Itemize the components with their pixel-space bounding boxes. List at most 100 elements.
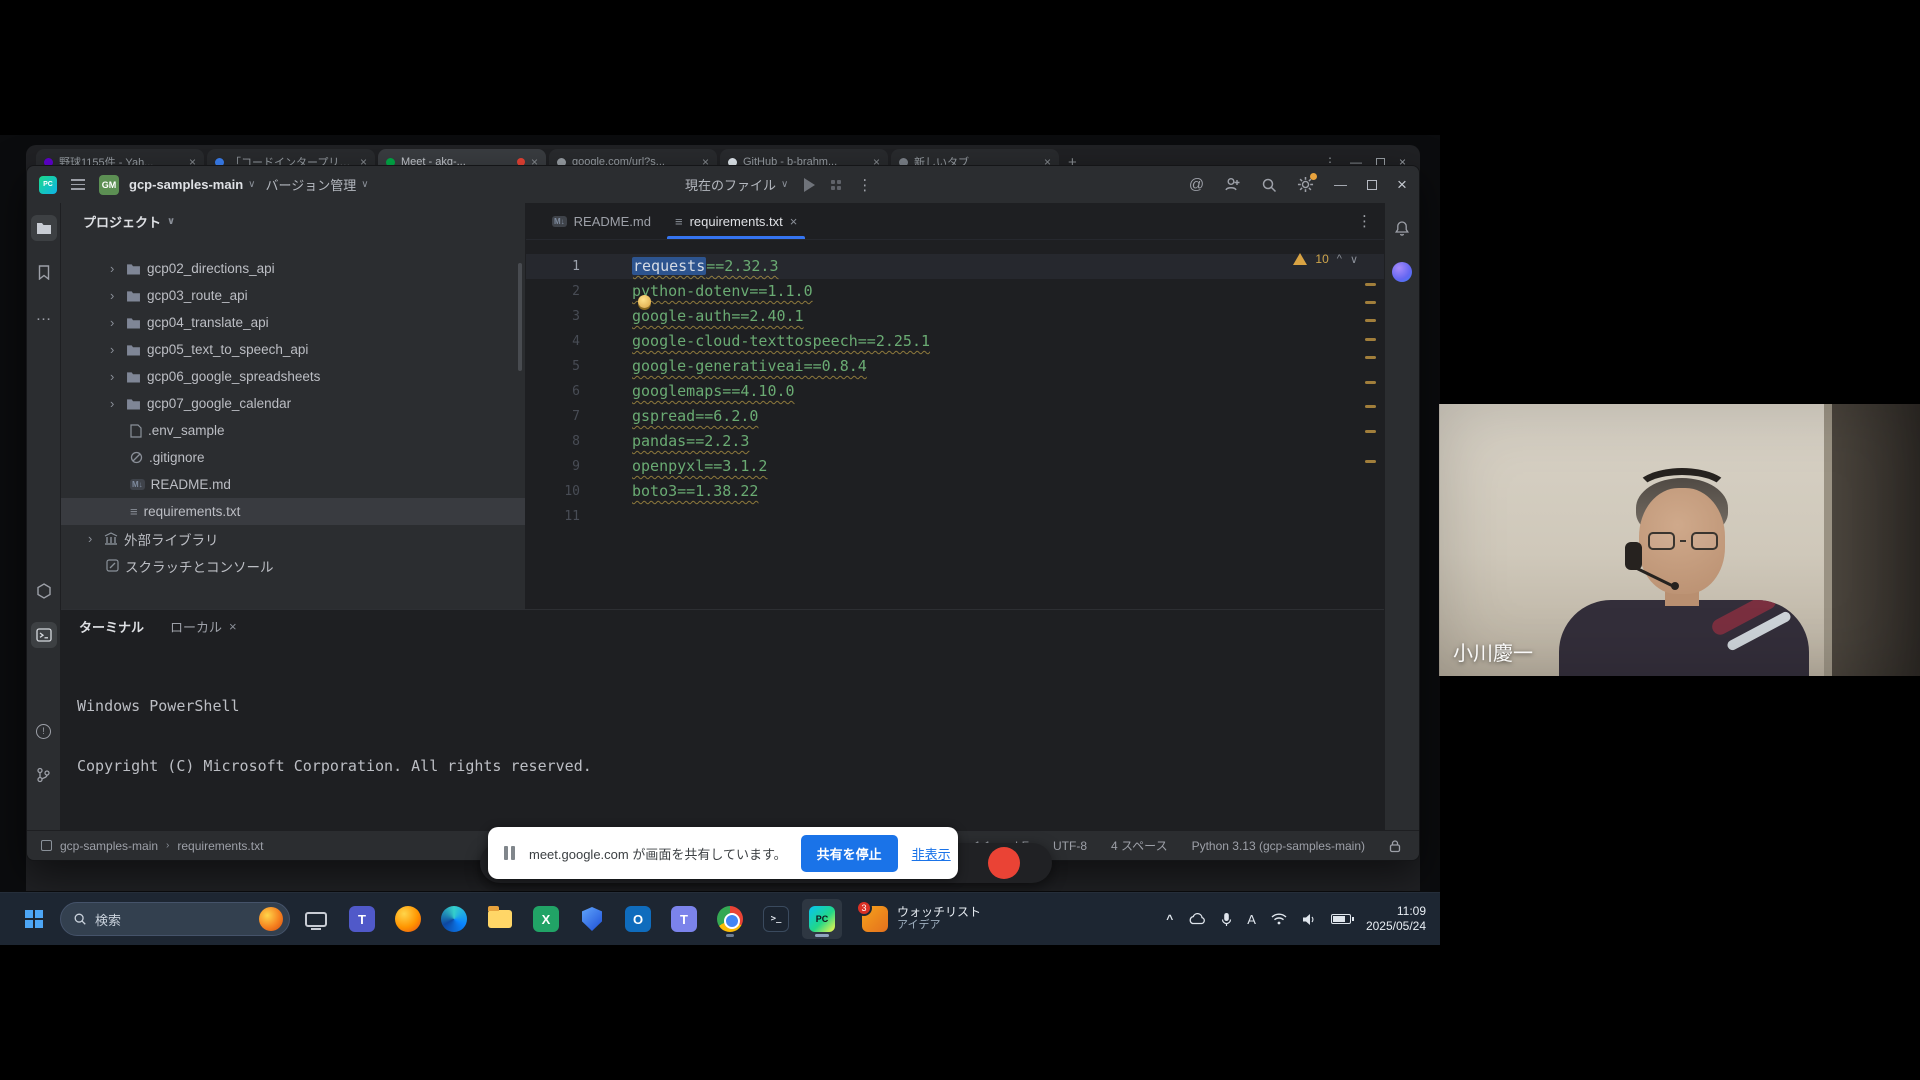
wifi-icon[interactable] [1271,913,1287,925]
code-line[interactable]: 2 python-dotenv==1.1.0 [526,279,1384,304]
more-tool-windows-icon[interactable]: … [31,303,57,329]
taskbar-explorer-app[interactable] [480,899,520,939]
tree-item-folder[interactable]: › gcp07_google_calendar [61,390,525,417]
ai-assistant-icon[interactable] [1389,259,1415,285]
file-encoding[interactable]: UTF-8 [1053,839,1087,853]
next-warning-icon[interactable]: ∨ [1350,253,1358,266]
taskbar-terminal-app[interactable]: >_ [756,899,796,939]
bookmarks-icon[interactable] [31,259,57,285]
settings-gear-icon[interactable] [1297,176,1314,193]
tree-item-libraries[interactable]: › 外部ライブラリ [61,525,525,552]
code-line[interactable]: 5 google-generativeai==0.8.4 [526,354,1384,379]
start-button[interactable] [14,899,54,939]
chevron-right-icon[interactable]: › [110,369,120,384]
breadcrumb-file[interactable]: requirements.txt [177,839,263,853]
python-interpreter[interactable]: Python 3.13 (gcp-samples-main) [1192,839,1365,853]
search-icon[interactable] [1261,177,1277,193]
chevron-right-icon[interactable]: › [110,288,120,303]
main-menu-icon[interactable] [67,175,89,194]
run-more-actions-icon[interactable]: ⋮ [857,176,872,194]
code-line[interactable]: 4 google-cloud-texttospeech==2.25.1 [526,329,1384,354]
microphone-icon[interactable] [1221,912,1232,927]
run-button[interactable] [804,178,815,192]
git-branch-icon[interactable] [31,762,57,788]
vcs-widget[interactable]: バージョン管理 ∨ [265,175,368,194]
battery-icon[interactable] [1331,914,1351,924]
tree-item-folder[interactable]: › gcp04_translate_api [61,309,525,336]
volume-icon[interactable] [1302,913,1316,926]
tab-close-icon[interactable]: × [229,619,237,634]
warning-stripe-mark[interactable] [1365,405,1376,408]
taskbar-clock[interactable]: 11:09 2025/05/24 [1366,904,1426,934]
chevron-right-icon[interactable]: › [110,396,120,411]
warning-stripe-mark[interactable] [1365,430,1376,433]
chevron-right-icon[interactable]: › [88,531,98,546]
window-close-button[interactable]: × [1397,175,1407,195]
terminal-tool-icon[interactable] [31,622,57,648]
indent-setting[interactable]: 4 スペース [1111,837,1168,854]
tree-item-file-selected[interactable]: ≡ requirements.txt [61,498,525,525]
notifications-bell-icon[interactable] [1389,215,1415,241]
lock-icon[interactable] [1389,839,1401,853]
tree-item-file[interactable]: .env_sample [61,417,525,444]
taskbar-firefox-app[interactable] [388,899,428,939]
warning-stripe-mark[interactable] [1365,460,1376,463]
taskbar-remote-desktop-app[interactable] [296,899,336,939]
tree-item-folder[interactable]: › gcp02_directions_api [61,255,525,282]
warning-stripe-mark[interactable] [1365,319,1376,322]
python-packages-icon[interactable] [31,578,57,604]
code-line[interactable]: 7 gspread==6.2.0 [526,404,1384,429]
tree-item-file[interactable]: .gitignore [61,444,525,471]
warning-stripe-mark[interactable] [1365,381,1376,384]
taskbar-security-app[interactable] [572,899,612,939]
code-line[interactable]: 9 openpyxl==3.1.2 [526,454,1384,479]
breadcrumb-project[interactable]: gcp-samples-main [60,839,158,853]
project-scrollbar[interactable] [518,263,522,371]
taskbar-edge-app[interactable] [434,899,474,939]
taskbar-teams-app[interactable]: T [342,899,382,939]
tree-item-folder[interactable]: › gcp03_route_api [61,282,525,309]
code-line[interactable]: 11 [526,504,1384,529]
taskbar-teams-work-app[interactable]: T [664,899,704,939]
chevron-right-icon[interactable]: › [110,315,120,330]
tree-item-scratches[interactable]: スクラッチとコンソール [61,552,525,579]
code-with-me-icon[interactable]: @ [1189,176,1204,193]
code-line[interactable]: 1 requests==2.32.3 [526,254,1384,279]
ime-indicator[interactable]: A [1247,912,1256,927]
hide-banner-link[interactable]: 非表示 [912,844,951,863]
hidden-icons-chevron[interactable]: ^ [1166,912,1173,926]
warning-stripe-mark[interactable] [1365,356,1376,359]
warning-stripe-mark[interactable] [1365,283,1376,286]
taskbar-pycharm-app[interactable]: PC [802,899,842,939]
project-panel-header[interactable]: プロジェクト ∨ [61,203,525,239]
terminal-tab-local[interactable]: ローカル × [170,617,237,636]
project-selector[interactable]: gcp-samples-main ∨ [129,177,255,192]
meet-leave-call-button[interactable] [988,847,1020,879]
inspections-widget[interactable]: 10 ^ ∨ [1293,252,1358,266]
add-user-icon[interactable] [1224,176,1241,193]
run-config-selector[interactable]: 現在のファイル ∨ [685,175,788,194]
window-minimize-button[interactable]: — [1334,177,1347,192]
code-line[interactable]: 6 googlemaps==4.10.0 [526,379,1384,404]
tree-item-file[interactable]: M↓ README.md [61,471,525,498]
tree-item-folder[interactable]: › gcp05_text_to_speech_api [61,336,525,363]
prev-warning-icon[interactable]: ^ [1337,253,1342,265]
taskbar-excel-app[interactable]: X [526,899,566,939]
more-tools-icon[interactable] [831,180,841,190]
widgets-button[interactable]: 3 ウォッチリスト アイデア [856,903,987,935]
code-line[interactable]: 10 boto3==1.38.22 [526,479,1384,504]
tab-close-icon[interactable]: × [790,214,798,229]
tree-item-folder[interactable]: › gcp06_google_spreadsheets [61,363,525,390]
chevron-right-icon[interactable]: › [110,261,120,276]
chevron-right-icon[interactable]: › [110,342,120,357]
taskbar-outlook-app[interactable]: O [618,899,658,939]
intention-bulb-icon[interactable] [638,295,651,308]
code-line[interactable]: 8 pandas==2.2.3 [526,429,1384,454]
editor-tab-options-icon[interactable]: ⋮ [1357,212,1384,230]
editor-tab-requirements[interactable]: ≡ requirements.txt × [663,203,809,239]
project-tool-icon[interactable] [31,215,57,241]
warning-stripe-mark[interactable] [1365,301,1376,304]
window-maximize-button[interactable] [1367,180,1377,190]
stop-sharing-button[interactable]: 共有を停止 [801,835,898,872]
problems-icon[interactable]: ! [31,718,57,744]
